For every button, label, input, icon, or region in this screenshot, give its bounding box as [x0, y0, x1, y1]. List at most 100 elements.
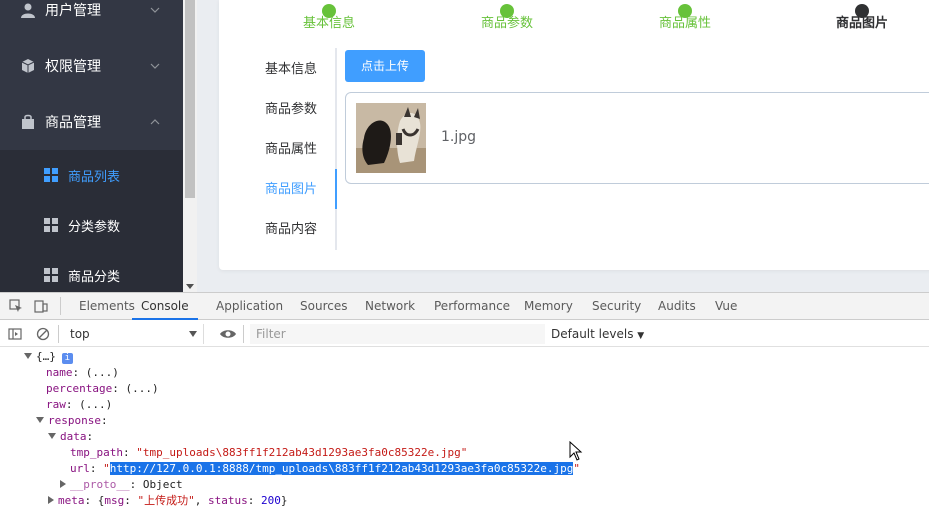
upload-button[interactable]: 点击上传 [345, 50, 425, 82]
expand-triangle-icon[interactable] [48, 433, 56, 439]
console-prop-row: name: (...) [46, 366, 119, 379]
chevron-down-icon [150, 7, 160, 13]
devtools-tab-security[interactable]: Security [592, 293, 641, 320]
mouse-cursor-icon [569, 441, 583, 461]
sidebar-item-users[interactable]: 用户管理 [0, 0, 183, 38]
scrollbar-thumb[interactable] [185, 0, 195, 198]
tab-active-indicator [335, 169, 337, 209]
toolbar-divider [58, 325, 59, 343]
prop-value[interactable]: (...) [79, 398, 112, 411]
prop-key: meta [58, 494, 85, 507]
step-label: 商品参数 [480, 16, 533, 31]
file-thumbnail [356, 103, 426, 173]
prop-key: status [208, 494, 248, 507]
sidebar-item-permissions[interactable]: 权限管理 [0, 38, 183, 94]
toolbar-divider [243, 325, 244, 343]
expand-triangle-icon[interactable] [24, 353, 32, 359]
expand-triangle-icon[interactable] [36, 417, 44, 423]
prop-value[interactable]: (...) [86, 366, 119, 379]
context-select[interactable]: top [64, 324, 204, 344]
prop-value: Object [142, 478, 183, 491]
prop-key: data [60, 430, 87, 443]
vertical-tabs: 基本信息 商品参数 商品属性 商品图片 商品内容 [249, 48, 337, 250]
dropdown-caret-icon: ▼ [637, 331, 645, 341]
filter-input[interactable]: Filter [250, 324, 545, 344]
console-prop-row[interactable]: __proto__: Object [60, 477, 183, 493]
devtools-tab-elements[interactable]: Elements [79, 293, 135, 320]
collapse-triangle-icon[interactable] [48, 496, 54, 504]
devtools-panel: Elements Console Application Sources Net… [0, 292, 929, 515]
sidebar-subitem-label: 商品分类 [68, 269, 121, 285]
tab-goods-content[interactable]: 商品内容 [265, 210, 317, 250]
devtools-tabbar: Elements Console Application Sources Net… [0, 293, 929, 320]
sidebar-scrollbar[interactable] [183, 0, 197, 292]
clear-console-icon[interactable] [36, 327, 50, 341]
toolbar-divider [60, 297, 61, 315]
step-label: 商品图片 [835, 16, 888, 31]
sidebar-subitem-category-params[interactable]: 分类参数 [0, 200, 183, 250]
prop-key: raw [46, 398, 66, 411]
selected-url-text[interactable]: http://127.0.0.1:8888/tmp_uploads\883ff1… [109, 462, 574, 475]
devtools-tab-console[interactable]: Console [132, 293, 198, 320]
eye-icon[interactable] [219, 327, 237, 341]
sidebar-item-label: 商品管理 [45, 115, 101, 131]
chevron-up-icon [150, 119, 160, 125]
scroll-down-arrow-icon[interactable] [186, 284, 194, 289]
prop-key: percentage [46, 382, 113, 395]
devtools-tab-vue[interactable]: Vue [715, 293, 737, 320]
console-object-root[interactable]: {…} i [24, 349, 73, 365]
step-check-icon [322, 4, 336, 18]
inspect-element-icon[interactable] [9, 299, 23, 313]
step-check-icon [500, 4, 514, 18]
uploaded-file-item[interactable]: 1.jpg [345, 92, 929, 184]
prop-key: tmp_path [70, 446, 123, 459]
sidebar-subitem-label: 商品列表 [68, 169, 121, 185]
log-levels-select[interactable]: Default levels ▼ [551, 324, 644, 344]
sidebar-subitem-goods-category[interactable]: 商品分类 [0, 250, 183, 292]
app-window: 用户管理 权限管理 商品管理 商品列表 分类参数 商品分类 基本信息 商品参数 … [0, 0, 929, 292]
cube-icon [21, 59, 35, 73]
sidebar-subitem-goods-list[interactable]: 商品列表 [0, 150, 183, 200]
content-card: 基本信息 商品参数 商品属性 商品图片 基本信息 商品参数 商品属性 商品图片 … [219, 0, 929, 270]
console-prop-row: tmp_path: "tmp_uploads\883ff1f212ab43d12… [70, 446, 468, 459]
tab-basic-info[interactable]: 基本信息 [265, 50, 317, 90]
step-current-icon [855, 4, 869, 18]
console-prop-row[interactable]: meta: {msg: "上传成功", status: 200} [48, 493, 288, 509]
devtools-tab-performance[interactable]: Performance [434, 293, 510, 320]
prop-value: 200 [261, 494, 281, 507]
device-toolbar-icon[interactable] [34, 299, 48, 313]
object-preview: {…} [36, 350, 56, 363]
step-check-icon [678, 4, 692, 18]
console-prop-row[interactable]: response: [36, 413, 108, 429]
tab-goods-attrs[interactable]: 商品属性 [265, 130, 317, 170]
step-basic-info: 基本信息 [274, 4, 384, 31]
collapse-triangle-icon[interactable] [60, 480, 66, 488]
prop-key: response [48, 414, 101, 427]
sidebar-subitem-label: 分类参数 [68, 219, 121, 235]
dropdown-caret-icon [189, 331, 197, 337]
console-output: {…} i name: (...) percentage: (...) raw: … [0, 348, 929, 516]
devtools-tab-audits[interactable]: Audits [658, 293, 696, 320]
grid-icon [44, 268, 58, 282]
console-prop-row: url: "http://127.0.0.1:8888/tmp_uploads\… [70, 462, 580, 475]
sidebar-toggle-icon[interactable] [8, 327, 22, 341]
prop-key: url [70, 462, 90, 475]
prop-key: msg [104, 494, 125, 507]
console-prop-row[interactable]: data: [48, 429, 93, 445]
sidebar: 用户管理 权限管理 商品管理 商品列表 分类参数 商品分类 [0, 0, 183, 292]
devtools-tab-memory[interactable]: Memory [524, 293, 573, 320]
info-icon[interactable]: i [61, 353, 73, 364]
prop-value[interactable]: "tmp_uploads\883ff1f212ab43d1293ae3fa0c8… [136, 446, 467, 459]
devtools-tab-application[interactable]: Application [216, 293, 283, 320]
sidebar-item-goods[interactable]: 商品管理 [0, 94, 183, 150]
tab-goods-images[interactable]: 商品图片 [265, 170, 317, 210]
tab-goods-params[interactable]: 商品参数 [265, 90, 317, 130]
devtools-tab-sources[interactable]: Sources [300, 293, 347, 320]
file-name: 1.jpg [441, 129, 477, 145]
step-goods-attrs: 商品属性 [630, 4, 740, 31]
devtools-tab-network[interactable]: Network [365, 293, 415, 320]
prop-key: __proto__ [70, 478, 130, 491]
step-goods-params: 商品参数 [452, 4, 562, 31]
context-value: top [70, 327, 90, 341]
prop-value[interactable]: (...) [125, 382, 158, 395]
